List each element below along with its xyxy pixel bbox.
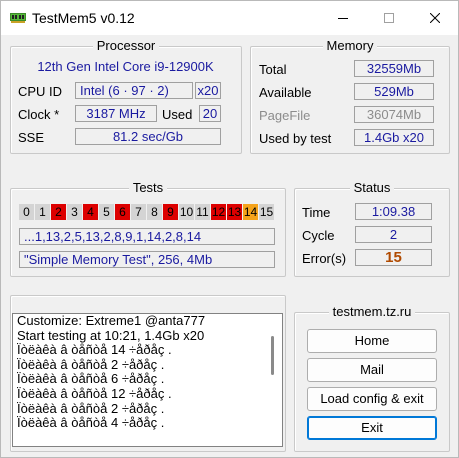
window-title: TestMem5 v0.12	[32, 10, 135, 26]
cpu-id-label: CPU ID	[18, 84, 63, 99]
memory-group-title: Memory	[322, 38, 378, 53]
log-line: Ïòëàêà â òåñòå 2 ÷åðåç .	[17, 400, 165, 416]
test-cell: 10	[179, 204, 194, 220]
used-value: 20	[199, 105, 221, 122]
minimize-icon	[338, 18, 348, 19]
test-cell: 13	[227, 204, 242, 220]
current-test: "Simple Memory Test", 256, 4Mb	[19, 251, 275, 268]
clock-label: Clock *	[18, 107, 60, 122]
exit-button[interactable]: Exit	[307, 416, 437, 440]
test-cell: 14	[243, 204, 258, 220]
errors-label: Error(s)	[302, 251, 347, 266]
log-line: Ïòëàêà â òåñòå 14 ÷åðåç .	[17, 342, 172, 358]
cycle-value: 2	[355, 226, 432, 243]
maximize-icon	[384, 13, 394, 23]
title-bar[interactable]: TestMem5 v0.12	[1, 1, 458, 35]
test-cell: 12	[211, 204, 226, 220]
total-value: 32559Mb	[354, 60, 434, 77]
time-value: 1:09.38	[355, 203, 432, 220]
test-sequence: ...1,13,2,5,13,2,8,9,1,14,2,8,14	[19, 228, 275, 245]
sse-label: SSE	[18, 130, 45, 145]
site-link[interactable]: testmem.tz.ru	[328, 304, 416, 319]
total-label: Total	[259, 62, 287, 77]
sse-value: 81.2 sec/Gb	[75, 128, 221, 145]
used-by-test-value: 1.4Gb x20	[354, 129, 434, 146]
log-line: Start testing at 10:21, 1.4Gb x20	[17, 327, 205, 343]
log-line: Ïòëàêà â òåñòå 4 ÷åðåç .	[17, 415, 165, 431]
test-cell: 5	[99, 204, 114, 220]
cpu-id-value: Intel (6 · 97 · 2)	[75, 82, 193, 99]
test-cell: 11	[195, 204, 210, 220]
log-line: Ïòëàêà â òåñòå 12 ÷åðåç .	[17, 385, 172, 401]
log-line: Ïòëàêà â òåñòå 2 ÷åðåç .	[17, 356, 165, 372]
test-cell: 1	[35, 204, 50, 220]
load-config-exit-button[interactable]: Load config & exit	[307, 387, 437, 411]
close-icon	[430, 13, 440, 23]
time-label: Time	[302, 205, 331, 220]
test-cell: 9	[163, 204, 178, 220]
close-button[interactable]	[412, 1, 458, 35]
used-by-test-label: Used by test	[259, 131, 332, 146]
errors-value: 15	[355, 249, 432, 266]
processor-group-title: Processor	[92, 38, 160, 53]
test-progress-cells: 0 1 2 3 4 5 6 7 8 9 10 11 12 13 14 15	[19, 204, 274, 220]
test-cell: 0	[19, 204, 34, 220]
cycle-label: Cycle	[302, 228, 335, 243]
cpu-name: 12th Gen Intel Core i9-12900K	[37, 59, 214, 74]
log-scrollbar-thumb[interactable]	[271, 336, 274, 375]
status-group-title: Status	[349, 180, 395, 195]
clock-value: 3187 MHz	[75, 105, 157, 122]
maximize-button[interactable]	[366, 1, 412, 35]
log-textbox[interactable]: Customize: Extreme1 @anta777 Start testin…	[12, 313, 283, 447]
available-label: Available	[259, 85, 312, 100]
app-window: TestMem5 v0.12 Processor 12th Gen Intel …	[0, 0, 459, 458]
test-cell: 7	[131, 204, 146, 220]
available-value: 529Mb	[354, 83, 434, 100]
minimize-button[interactable]	[320, 1, 366, 35]
test-cell: 15	[259, 204, 274, 220]
log-line: Ïòëàêà â òåñòå 6 ÷åðåç .	[17, 371, 165, 387]
test-cell: 3	[67, 204, 82, 220]
test-cell: 8	[147, 204, 162, 220]
pagefile-value: 36074Mb	[354, 106, 434, 123]
pagefile-label: PageFile	[259, 108, 311, 123]
used-label: Used	[162, 107, 193, 122]
test-cell: 6	[115, 204, 130, 220]
memory-chip-icon	[10, 13, 26, 23]
tests-group-title: Tests	[128, 180, 168, 195]
log-line: Customize: Extreme1 @anta777	[17, 313, 206, 328]
cpu-cores-value: x20	[195, 82, 221, 99]
test-cell: 2	[51, 204, 66, 220]
mail-button[interactable]: Mail	[307, 358, 437, 382]
test-cell: 4	[83, 204, 98, 220]
home-button[interactable]: Home	[307, 329, 437, 353]
